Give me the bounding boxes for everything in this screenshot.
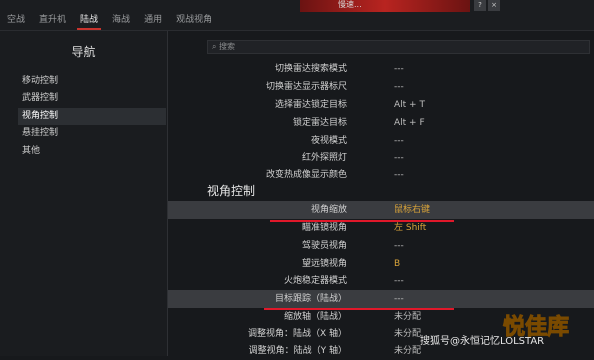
- tab-ground[interactable]: 陆战: [73, 0, 105, 30]
- keybind-value[interactable]: B: [394, 255, 400, 273]
- section-title: 视角控制: [207, 184, 256, 198]
- keybind-label: 红外探照灯: [301, 153, 347, 163]
- keybind-label: 调整视角：陆战（X 轴）: [247, 329, 347, 339]
- keybind-value[interactable]: ---: [394, 166, 404, 184]
- keybind-value[interactable]: 未分配: [394, 325, 421, 343]
- keybind-label: 切换雷达搜索模式: [274, 64, 347, 74]
- keybind-label: 视角缩放: [310, 205, 347, 215]
- tab-general[interactable]: 通用: [137, 0, 169, 30]
- keybind-row[interactable]: 望远镜视角 B: [168, 255, 594, 273]
- tab-helicopter[interactable]: 直升机: [32, 0, 73, 30]
- nav-title: 导航: [71, 45, 96, 59]
- nav-item-movement[interactable]: 移动控制: [22, 73, 58, 90]
- keybind-row[interactable]: 切换雷达搜索模式 ---: [168, 60, 594, 78]
- nav-item-view[interactable]: 视角控制: [18, 108, 166, 125]
- tab-naval[interactable]: 海战: [105, 0, 137, 30]
- nav-item-other[interactable]: 其他: [22, 143, 40, 160]
- keybind-label: 选择雷达锁定目标: [274, 100, 347, 110]
- keybind-row[interactable]: 切换雷达显示器标尺 ---: [168, 78, 594, 96]
- keybind-value[interactable]: 鼠标右键: [394, 201, 430, 219]
- keybind-value[interactable]: ---: [394, 60, 404, 78]
- keybind-row[interactable]: 瞄准镜视角 左 Shift: [168, 219, 594, 237]
- keybind-row[interactable]: 驾驶员视角 ---: [168, 237, 594, 255]
- keybind-row[interactable]: 视角缩放 鼠标右键: [168, 201, 594, 219]
- keybind-value[interactable]: Alt + F: [394, 114, 425, 132]
- keybind-value[interactable]: 未分配: [394, 342, 421, 360]
- help-icon[interactable]: ?: [474, 0, 486, 11]
- keybind-label: 目标跟踪（陆战）: [274, 294, 347, 304]
- keybind-label: 切换雷达显示器标尺: [265, 82, 347, 92]
- keybind-label: 火炮稳定器模式: [283, 276, 347, 286]
- keybind-value[interactable]: Alt + T: [394, 96, 425, 114]
- navigation-sidebar: 导航 移动控制 武器控制 视角控制 悬挂控制 其他: [0, 31, 168, 356]
- notification-banner: [300, 0, 470, 12]
- keybind-label: 瞄准镜视角: [301, 223, 347, 233]
- search-input[interactable]: ⌕ 搜索: [207, 40, 590, 54]
- keybind-value[interactable]: ---: [394, 272, 404, 290]
- keybind-row[interactable]: 选择雷达锁定目标 Alt + T: [168, 96, 594, 114]
- keybind-value[interactable]: ---: [394, 78, 404, 96]
- keybind-row[interactable]: 夜视模式 ---: [168, 132, 594, 150]
- keybind-row[interactable]: 锁定雷达目标 Alt + F: [168, 114, 594, 132]
- keybind-value[interactable]: ---: [394, 149, 404, 167]
- search-icon: ⌕: [212, 42, 217, 51]
- keybind-value[interactable]: 未分配: [394, 308, 421, 326]
- keybind-label: 驾驶员视角: [301, 241, 347, 251]
- nav-item-weapons[interactable]: 武器控制: [22, 90, 58, 107]
- keybind-label: 调整视角：陆战（Y 轴）: [248, 346, 347, 356]
- search-placeholder: 搜索: [219, 42, 236, 51]
- keybind-row[interactable]: 目标跟踪（陆战） ---: [168, 290, 594, 308]
- keybind-value[interactable]: ---: [394, 290, 404, 308]
- corner-logo: 悦佳库: [502, 315, 570, 341]
- mode-tabs: 空战 直升机 陆战 海战 通用 观战视角: [0, 0, 219, 30]
- tab-air[interactable]: 空战: [0, 0, 32, 30]
- keybind-label: 望远镜视角: [301, 259, 347, 269]
- top-tab-bar: 空战 直升机 陆战 海战 通用 观战视角 慢速... ? ×: [0, 0, 594, 31]
- keybind-value[interactable]: ---: [394, 237, 404, 255]
- close-icon[interactable]: ×: [488, 0, 500, 11]
- keybind-label: 缩放轴（陆战）: [283, 312, 347, 322]
- nav-item-suspension[interactable]: 悬挂控制: [22, 125, 58, 142]
- keybind-row[interactable]: 火炮稳定器模式 ---: [168, 272, 594, 290]
- keybind-value[interactable]: ---: [394, 132, 404, 150]
- banner-text: 慢速...: [338, 0, 362, 9]
- keybind-value[interactable]: 左 Shift: [394, 219, 426, 237]
- keybind-row[interactable]: 红外探照灯 ---: [168, 149, 594, 167]
- keybind-label: 锁定雷达目标: [292, 118, 347, 128]
- keybind-label: 夜视模式: [310, 136, 347, 146]
- tab-spectator[interactable]: 观战视角: [169, 0, 219, 30]
- keybind-label: 改变热成像显示颜色: [265, 170, 347, 180]
